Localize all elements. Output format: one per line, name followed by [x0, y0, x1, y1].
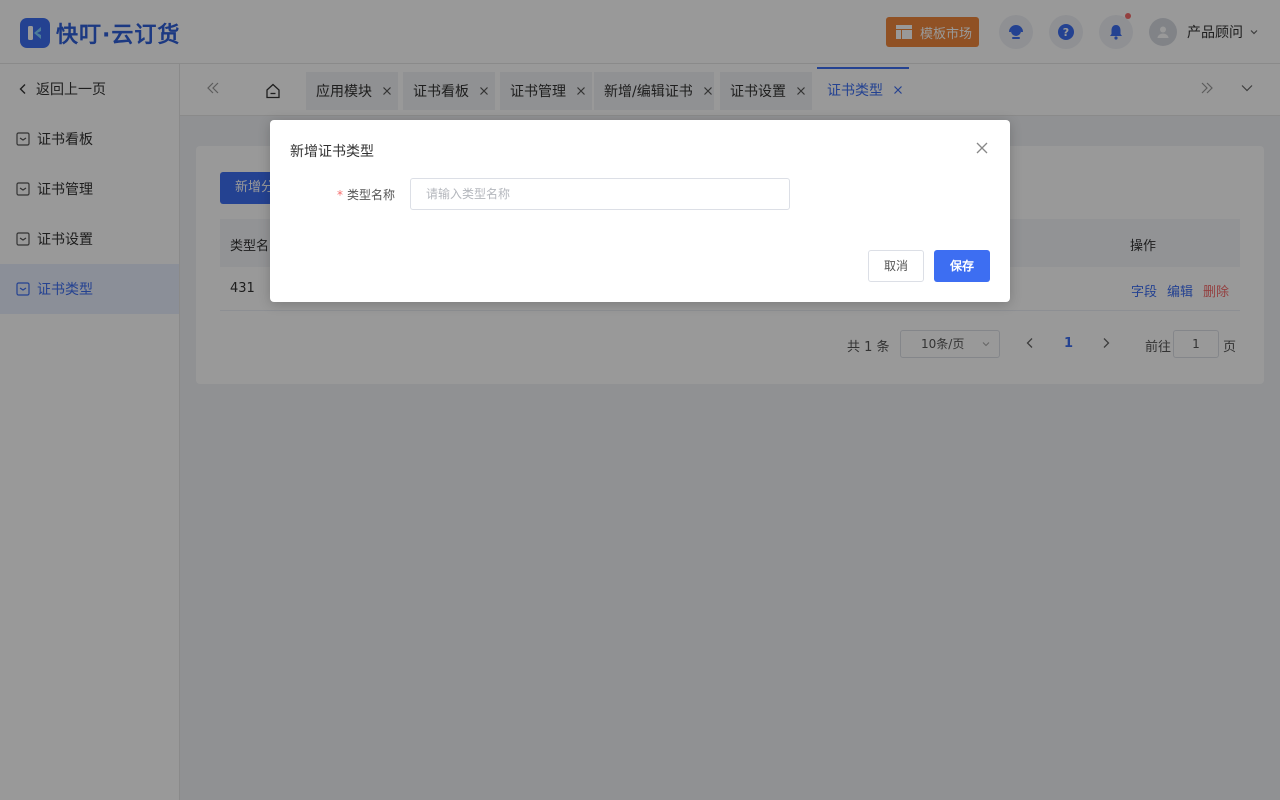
save-button[interactable]: 保存 [934, 250, 990, 282]
cancel-button[interactable]: 取消 [868, 250, 924, 282]
type-name-label-text: 类型名称 [347, 188, 396, 202]
required-mark: * [337, 188, 343, 202]
type-name-label: * 类型名称 [337, 186, 395, 203]
type-name-input[interactable] [410, 178, 790, 210]
dialog-title: 新增证书类型 [290, 144, 374, 160]
close-icon[interactable] [976, 142, 988, 154]
add-cert-type-dialog: 新增证书类型 * 类型名称 取消 保存 [270, 120, 1010, 302]
